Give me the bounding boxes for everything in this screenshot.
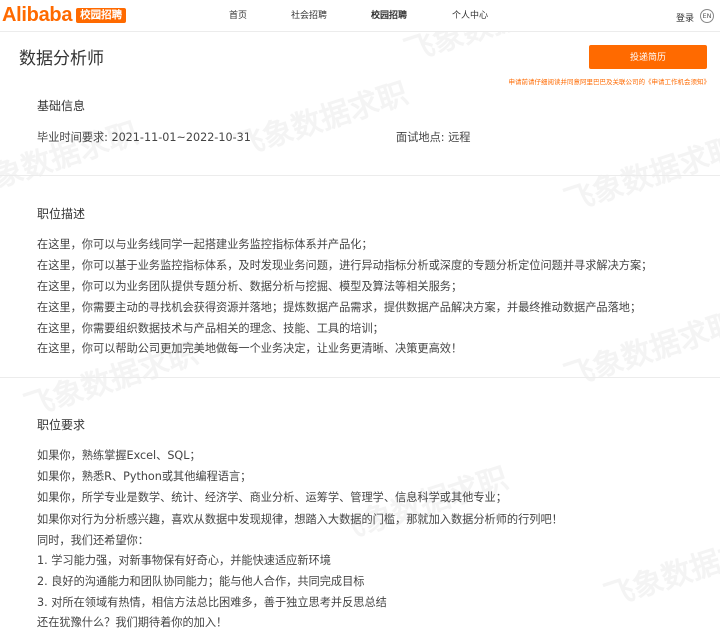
description-line: 在这里，你需要主动的寻找机会获得资源并落地；提炼数据产品需求，提供数据产品解决方… xyxy=(37,301,642,314)
requirement-line: 还在犹豫什么？我们期待着你的加入！ xyxy=(37,616,228,629)
description-line: 在这里，你可以与业务线同学一起搭建业务监控指标体系并产品化； xyxy=(37,238,373,251)
apply-notice: 申请前请仔细阅读并同意阿里巴巴及关联公司的《申请工作机会须知》 xyxy=(509,78,711,87)
top-navbar: Alibaba 校园招聘 首页 社会招聘 校园招聘 个人中心 登录 EN xyxy=(0,0,720,32)
requirement-line: 1. 学习能力强，对新事物保有好奇心，并能快速适应新环境 xyxy=(37,554,331,567)
apply-button[interactable]: 投递简历 xyxy=(589,45,707,69)
apply-notice-text: 申请前请仔细阅读并同意阿里巴巴及关联公司的 xyxy=(508,78,646,86)
requirement-line: 同时，我们还希望你： xyxy=(37,534,149,547)
watermark-text: 飞象数据求职 xyxy=(0,115,143,205)
requirement-line: 2. 良好的沟通能力和团队协同能力；能与他人合作，共同完成目标 xyxy=(37,575,365,588)
section-divider xyxy=(0,377,720,378)
description-line: 在这里，你需要组织数据技术与产品相关的理念、技能、工具的培训； xyxy=(37,322,384,335)
graduation-requirement: 毕业时间要求: 2021-11-01~2022-10-31 xyxy=(37,131,251,144)
nav-personal-center[interactable]: 个人中心 xyxy=(452,10,488,22)
watermark-text: 飞象数据求职 xyxy=(560,130,720,220)
logo-text: Alibaba xyxy=(2,4,73,26)
section-divider xyxy=(0,175,720,176)
alibaba-logo[interactable]: Alibaba 校园招聘 xyxy=(2,4,127,26)
description-heading: 职位描述 xyxy=(37,207,86,221)
description-line: 在这里，你可以为业务团队提供专题分析、数据分析与挖掘、模型及算法等相关服务； xyxy=(37,280,463,293)
nav-home[interactable]: 首页 xyxy=(229,10,247,22)
nav-campus-recruitment[interactable]: 校园招聘 xyxy=(371,10,407,22)
requirement-line: 3. 对所在领域有热情，相信方法总比困难多，善于独立思考并反思总结 xyxy=(37,596,387,609)
apply-terms-link[interactable]: 《申请工作机会须知》 xyxy=(645,78,710,86)
requirements-heading: 职位要求 xyxy=(37,418,86,432)
interview-location: 面试地点: 远程 xyxy=(396,131,471,144)
requirement-line: 如果你对行为分析感兴趣，喜欢从数据中发现规律，想踏入大数据的门槛，那就加入数据分… xyxy=(37,513,563,526)
requirement-line: 如果你，所学专业是数学、统计、经济学、商业分析、运筹学、管理学、信息科学或其他专… xyxy=(37,491,507,504)
job-title: 数据分析师 xyxy=(19,49,104,69)
requirement-line: 如果你，熟悉R、Python或其他编程语言； xyxy=(37,470,252,483)
language-switch-icon[interactable]: EN xyxy=(700,9,714,23)
nav-social-recruitment[interactable]: 社会招聘 xyxy=(291,10,327,22)
login-link[interactable]: 登录 xyxy=(676,11,694,24)
watermark-text: 飞象数据求职 xyxy=(230,75,413,165)
campus-badge: 校园招聘 xyxy=(76,7,127,23)
requirement-line: 如果你，熟练掌握Excel、SQL； xyxy=(37,449,201,462)
watermark-text: 飞象数据求职 xyxy=(600,525,720,615)
description-line: 在这里，你可以基于业务监控指标体系，及时发现业务问题，进行异动指标分析或深度的专… xyxy=(37,259,653,272)
basic-info-heading: 基础信息 xyxy=(37,99,86,113)
description-line: 在这里，你可以帮助公司更加完美地做每一个业务决定，让业务更清晰、决策更高效！ xyxy=(37,342,463,355)
